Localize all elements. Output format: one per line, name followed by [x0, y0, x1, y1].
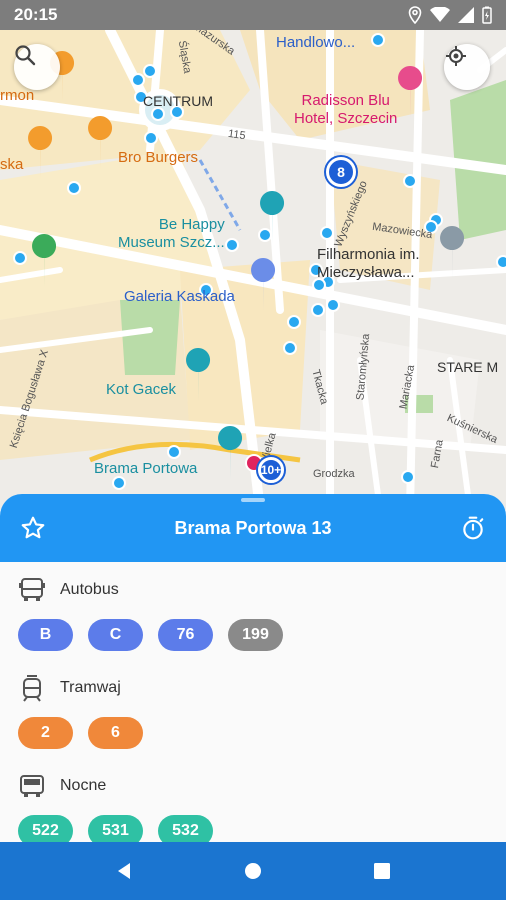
- stop-details-sheet[interactable]: Brama Portowa 13 Autobus B C 76 199 Tram…: [0, 494, 506, 842]
- section-tramwaj: Tramwaj 2 6: [0, 668, 506, 758]
- line-chip[interactable]: B: [18, 619, 73, 651]
- status-icons: [408, 6, 492, 24]
- map-view[interactable]: Centrum Handlowo... CENTRUM Radisson Blu…: [0, 30, 506, 510]
- line-chip[interactable]: 532: [158, 815, 213, 842]
- star-outline-icon[interactable]: [20, 515, 46, 541]
- location-status-icon: [408, 6, 422, 24]
- wifi-icon: [430, 7, 450, 22]
- stop-name: Brama Portowa 13: [174, 517, 332, 538]
- search-icon: [15, 45, 36, 66]
- line-chip[interactable]: 76: [158, 619, 213, 651]
- line-chip[interactable]: C: [88, 619, 143, 651]
- map-label-grodzka: Grodzka: [313, 468, 355, 480]
- home-button[interactable]: [233, 851, 273, 891]
- back-triangle-icon: [118, 863, 131, 879]
- section-autobus: Autobus B C 76 199: [0, 570, 506, 660]
- map-label-bro-burgers: Bro Burgers: [118, 149, 199, 166]
- section-nocne: Nocne 522 531 532: [0, 766, 506, 842]
- map-label-ska: ska: [0, 156, 24, 173]
- map-label-be-happy: Be Happy Museum Szcz...: [118, 216, 225, 251]
- map-label-centrum-handlowe: Centrum Handlowo...: [276, 30, 356, 51]
- map-label-brama-portowa: Brama Portowa: [94, 460, 198, 477]
- line-chip[interactable]: 6: [88, 717, 143, 749]
- search-button[interactable]: [14, 44, 60, 90]
- map-label-road-115: 115: [227, 127, 247, 143]
- timer-icon[interactable]: [460, 515, 486, 541]
- map-label-kot-gacek: Kot Gacek: [106, 381, 177, 398]
- system-nav-bar: [0, 842, 506, 900]
- home-circle-icon: [244, 863, 261, 879]
- section-title-tramwaj: Tramwaj: [60, 679, 121, 696]
- signal-icon: [458, 7, 474, 23]
- drag-handle[interactable]: [241, 498, 265, 502]
- sheet-header: Brama Portowa 13: [0, 494, 506, 562]
- my-location-button[interactable]: [444, 44, 490, 90]
- tram-icon: [23, 675, 41, 702]
- stop-cluster-marker-small[interactable]: 10+: [258, 457, 284, 483]
- map-label-radisson: Radisson Blu Hotel, Szczecin: [294, 92, 398, 127]
- status-time: 20:15: [14, 5, 58, 24]
- map-label-rmon: rmon: [0, 87, 35, 104]
- battery-icon: [482, 6, 492, 24]
- my-location-icon: [446, 46, 466, 66]
- line-chip[interactable]: 522: [18, 815, 73, 842]
- status-bar: 20:15: [0, 0, 506, 30]
- map-label-centrum: CENTRUM: [143, 93, 213, 109]
- section-title-nocne: Nocne: [60, 777, 107, 794]
- bus-icon: [19, 578, 45, 601]
- line-chip[interactable]: 531: [88, 815, 143, 842]
- recents-square-icon: [373, 863, 390, 879]
- map-label-filharmonia: Filharmonia im. Mieczysława...: [317, 246, 420, 281]
- line-chip[interactable]: 2: [18, 717, 73, 749]
- night-bus-icon: [20, 775, 44, 797]
- back-button[interactable]: [104, 851, 144, 891]
- stop-cluster-marker[interactable]: 8: [326, 157, 356, 187]
- map-label-stare-miasto: STARE M: [437, 359, 499, 375]
- line-chip[interactable]: 199: [228, 619, 283, 651]
- recents-button[interactable]: [362, 851, 402, 891]
- section-title-autobus: Autobus: [60, 581, 119, 598]
- map-label-galeria: Galeria Kaskada: [124, 288, 235, 305]
